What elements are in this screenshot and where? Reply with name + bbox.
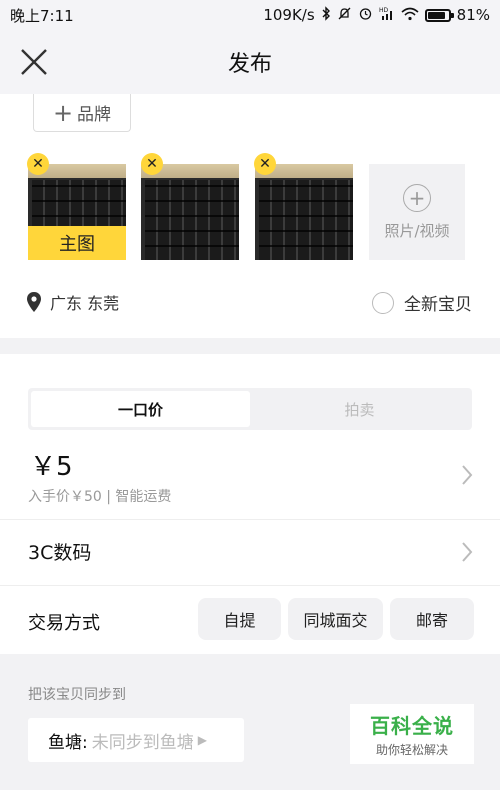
watermark-subtitle: 助你轻松解决 <box>375 743 448 757</box>
photo-thumbnail[interactable] <box>141 164 239 260</box>
wifi-icon <box>401 7 419 24</box>
photo-thumbnail-main[interactable]: 主图 <box>28 164 126 260</box>
bluetooth-icon <box>321 6 331 24</box>
close-icon[interactable] <box>16 44 52 80</box>
tab-fixed-price[interactable]: 一口价 <box>31 391 250 427</box>
location-text: 广东 东莞 <box>50 294 120 313</box>
fish-pond-selector[interactable]: 鱼塘: 未同步到鱼塘 ▶ <box>28 718 244 762</box>
pond-key: 鱼塘: <box>48 732 88 753</box>
status-icons: 109K/s HD 81% <box>263 6 490 24</box>
item-details-card: 一口价 拍卖 ￥5 入手价￥50 | 智能运费 3C数码 交易方式 自提 同城面… <box>0 354 500 654</box>
trade-method-label: 交易方式 <box>28 613 100 634</box>
battery-fill <box>427 11 446 19</box>
watermark-logo: 百科全说 助你轻松解决 <box>350 704 474 764</box>
alarm-icon <box>358 6 373 24</box>
chevron-right-icon[interactable] <box>460 541 474 563</box>
item-media-card: + 品牌 主图 ✕ ✕ ✕ + 照片/视频 广东 东莞 全新宝贝 <box>0 94 500 338</box>
add-circle-icon: + <box>403 183 431 212</box>
location[interactable]: 广东 东莞 <box>26 290 119 314</box>
keyboard-image <box>145 180 239 260</box>
remove-photo-icon[interactable]: ✕ <box>254 153 276 175</box>
price-subtitle: 入手价￥50 | 智能运费 <box>28 489 172 505</box>
sync-label: 把该宝贝同步到 <box>28 687 126 703</box>
brand-new-toggle[interactable]: 全新宝贝 <box>372 290 472 315</box>
battery-icon <box>424 8 454 22</box>
photo-thumbnail[interactable] <box>255 164 353 260</box>
plus-icon: + <box>52 98 74 127</box>
remove-photo-icon[interactable]: ✕ <box>27 153 49 175</box>
status-bar: 晚上7:11 109K/s HD 81% <box>0 0 500 30</box>
add-photo-video-button[interactable]: + 照片/视频 <box>369 164 465 260</box>
hd-signal-icon: HD <box>379 6 395 24</box>
brand-label: 品牌 <box>77 105 112 125</box>
brand-new-label: 全新宝贝 <box>404 295 472 315</box>
mute-icon <box>337 6 352 24</box>
pond-value: 未同步到鱼塘 <box>91 732 194 753</box>
divider <box>0 519 500 520</box>
nav-bar: 发布 <box>0 30 500 94</box>
divider <box>0 585 500 586</box>
network-speed: 109K/s <box>263 6 315 24</box>
radio-icon <box>372 291 394 314</box>
chevron-right-icon[interactable] <box>460 464 474 486</box>
page-title: 发布 <box>227 52 272 77</box>
trade-option-pickup[interactable]: 自提 <box>198 598 281 640</box>
add-brand-button[interactable]: + 品牌 <box>33 94 131 132</box>
add-photo-label: 照片/视频 <box>384 221 450 240</box>
main-photo-label: 主图 <box>28 226 126 260</box>
keyboard-image <box>259 180 353 260</box>
price-value[interactable]: ￥5 <box>30 446 73 483</box>
status-time: 晚上7:11 <box>10 6 74 25</box>
trade-option-local-meet[interactable]: 同城面交 <box>288 598 383 640</box>
tab-auction[interactable]: 拍卖 <box>250 391 469 427</box>
battery-percent: 81% <box>456 6 490 24</box>
svg-text:HD: HD <box>379 7 389 14</box>
watermark-title: 百科全说 <box>370 714 454 738</box>
location-pin-icon <box>27 292 41 312</box>
trade-option-mail[interactable]: 邮寄 <box>390 598 474 640</box>
category-value[interactable]: 3C数码 <box>28 538 91 565</box>
pricing-mode-tabs: 一口价 拍卖 <box>28 388 472 430</box>
remove-photo-icon[interactable]: ✕ <box>141 153 163 175</box>
caret-right-icon: ▶ <box>197 733 207 747</box>
